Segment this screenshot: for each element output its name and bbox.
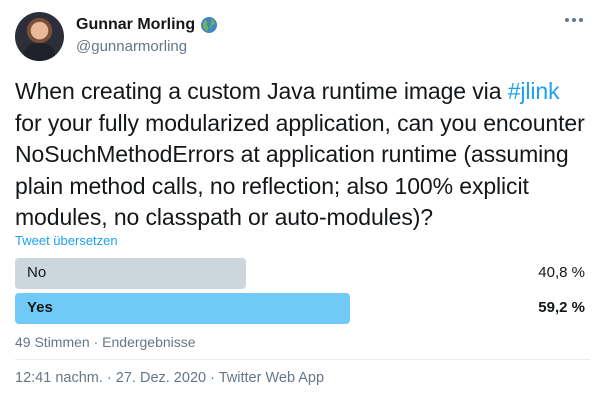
globe-icon: [200, 16, 218, 34]
tweet-card: Gunnar Morling @gunnarmorling When creat…: [0, 0, 600, 403]
tweet-source[interactable]: Twitter Web App: [219, 370, 324, 386]
poll-choice-percent: 40,8 %: [538, 264, 585, 281]
poll-choice-label: Yes: [27, 299, 53, 316]
poll: No 40,8 % Yes 59,2 %: [15, 258, 585, 328]
poll-votes: 49 Stimmen: [15, 334, 90, 350]
author-handle[interactable]: @gunnarmorling: [76, 38, 218, 55]
tweet-text-before: When creating a custom Java runtime imag…: [15, 78, 508, 104]
tweet-timestamp: 12:41 nachm. · 27. Dez. 2020 · Twitter W…: [15, 370, 324, 386]
separator: ·: [106, 370, 112, 386]
avatar[interactable]: [15, 12, 64, 61]
poll-meta: 49 Stimmen · Endergebnisse: [15, 334, 196, 350]
poll-choice-no: No 40,8 %: [15, 258, 585, 289]
author-name-row: Gunnar Morling: [76, 14, 218, 36]
separator: ·: [93, 334, 99, 350]
poll-bar-no: [15, 258, 246, 289]
separator: ·: [210, 370, 215, 386]
author-block: Gunnar Morling @gunnarmorling: [76, 14, 218, 55]
tweet-text-after: for your fully modularized application, …: [15, 109, 585, 231]
hashtag-link[interactable]: #jlink: [508, 78, 560, 104]
author-name[interactable]: Gunnar Morling: [76, 16, 195, 34]
poll-choice-label: No: [27, 264, 47, 281]
poll-bar-yes: [15, 293, 350, 324]
poll-choice-percent: 59,2 %: [538, 299, 585, 316]
translate-tweet-link[interactable]: Tweet übersetzen: [15, 233, 118, 248]
poll-status: Endergebnisse: [102, 334, 196, 350]
tweet-date[interactable]: 27. Dez. 2020: [116, 370, 206, 386]
tweet-time[interactable]: 12:41 nachm.: [15, 370, 103, 386]
poll-choice-yes: Yes 59,2 %: [15, 293, 585, 324]
more-options-icon[interactable]: [565, 18, 583, 26]
divider: [15, 359, 590, 360]
tweet-text: When creating a custom Java runtime imag…: [15, 76, 590, 234]
